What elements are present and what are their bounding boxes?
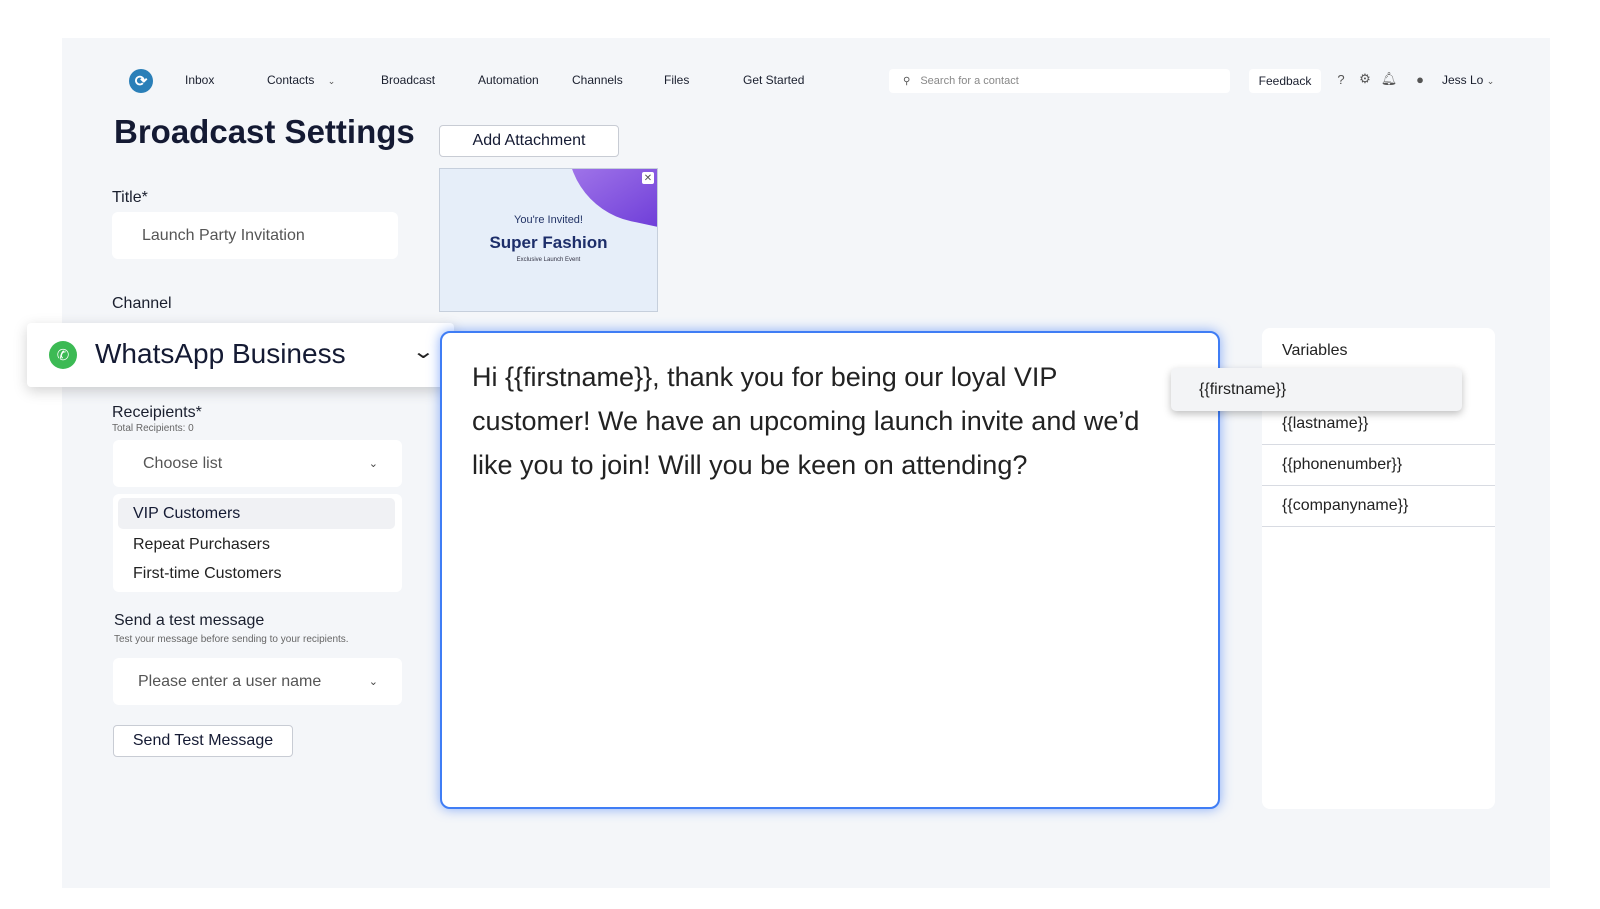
test-message-label: Send a test message — [114, 612, 265, 629]
recipients-label: Receipients* — [112, 404, 202, 421]
close-icon[interactable]: ✕ — [642, 172, 654, 184]
chevron-down-icon: ⌄ — [411, 341, 436, 363]
nav-files[interactable]: Files — [664, 73, 689, 87]
list-dropdown: VIP Customers Repeat Purchasers First-ti… — [113, 494, 402, 592]
app-logo-icon[interactable]: ⟳ — [129, 69, 153, 93]
title-label: Title* — [112, 189, 148, 206]
test-user-placeholder: Please enter a user name — [138, 672, 322, 690]
attachment-preview[interactable]: ✕ You're Invited! Super Fashion Exclusiv… — [439, 168, 658, 312]
nav-broadcast[interactable]: Broadcast — [381, 73, 435, 87]
page-title: Broadcast Settings — [114, 113, 415, 150]
nav-inbox[interactable]: Inbox — [185, 73, 214, 87]
choose-list-placeholder: Choose list — [143, 454, 223, 472]
whatsapp-icon: ✆ — [49, 341, 77, 369]
user-menu[interactable]: Jess Lo ⌄ — [1442, 73, 1494, 87]
user-name: Jess Lo — [1442, 73, 1484, 87]
list-item-vip[interactable]: VIP Customers — [118, 498, 395, 529]
channel-label: Channel — [112, 295, 172, 312]
search-input[interactable]: ⚲ Search for a contact — [889, 69, 1230, 93]
bell-icon[interactable]: 🔔︎ — [1381, 71, 1398, 86]
channel-select[interactable]: ✆ WhatsApp Business ⌄ — [27, 323, 454, 387]
nav-automation[interactable]: Automation — [478, 73, 539, 87]
variable-companyname[interactable]: {{companyname}} — [1262, 486, 1495, 527]
search-placeholder: Search for a contact — [920, 75, 1019, 87]
add-attachment-button[interactable]: Add Attachment — [439, 125, 619, 157]
send-test-message-button[interactable]: Send Test Message — [113, 725, 293, 757]
variable-firstname-dragging[interactable]: {{firstname}} — [1171, 368, 1462, 411]
nav-channels[interactable]: Channels — [572, 73, 623, 87]
search-icon: ⚲ — [903, 75, 911, 87]
message-editor[interactable]: Hi {{firstname}}, thank you for being ou… — [440, 331, 1220, 809]
chevron-down-icon: ⌄ — [368, 676, 378, 688]
list-item-repeat[interactable]: Repeat Purchasers — [133, 536, 270, 554]
recipients-total: Total Recipients: 0 — [112, 423, 194, 434]
attachment-small-text: Exclusive Launch Event — [516, 257, 581, 263]
test-message-sub: Test your message before sending to your… — [114, 634, 349, 645]
choose-list-select[interactable]: Choose list ⌄ — [113, 440, 402, 487]
channel-value: WhatsApp Business — [95, 338, 346, 369]
feedback-button[interactable]: Feedback — [1249, 69, 1321, 93]
nav-get-started[interactable]: Get Started — [743, 73, 804, 87]
nav-contacts-label: Contacts — [267, 73, 315, 87]
variables-title: Variables — [1282, 342, 1348, 359]
gear-icon[interactable]: ⚙ — [1358, 71, 1372, 86]
test-user-select[interactable]: Please enter a user name ⌄ — [113, 658, 402, 705]
chevron-down-icon: ⌄ — [368, 458, 378, 470]
chevron-down-icon: ⌄ — [327, 76, 336, 86]
help-icon[interactable]: ? — [1334, 72, 1348, 87]
nav-contacts[interactable]: Contacts ⌄ — [267, 73, 335, 87]
list-item-first-time[interactable]: First-time Customers — [133, 565, 281, 583]
attachment-invited-text: You're Invited! — [514, 214, 583, 226]
title-value: Launch Party Invitation — [142, 226, 305, 244]
attachment-brand-text: Super Fashion — [489, 233, 608, 252]
title-field[interactable]: Launch Party Invitation — [112, 212, 398, 259]
chevron-down-icon: ⌄ — [1486, 76, 1495, 86]
message-text: Hi {{firstname}}, thank you for being ou… — [472, 362, 1140, 480]
variable-phonenumber[interactable]: {{phonenumber}} — [1262, 445, 1495, 486]
user-avatar-icon[interactable]: ● — [1413, 72, 1427, 87]
